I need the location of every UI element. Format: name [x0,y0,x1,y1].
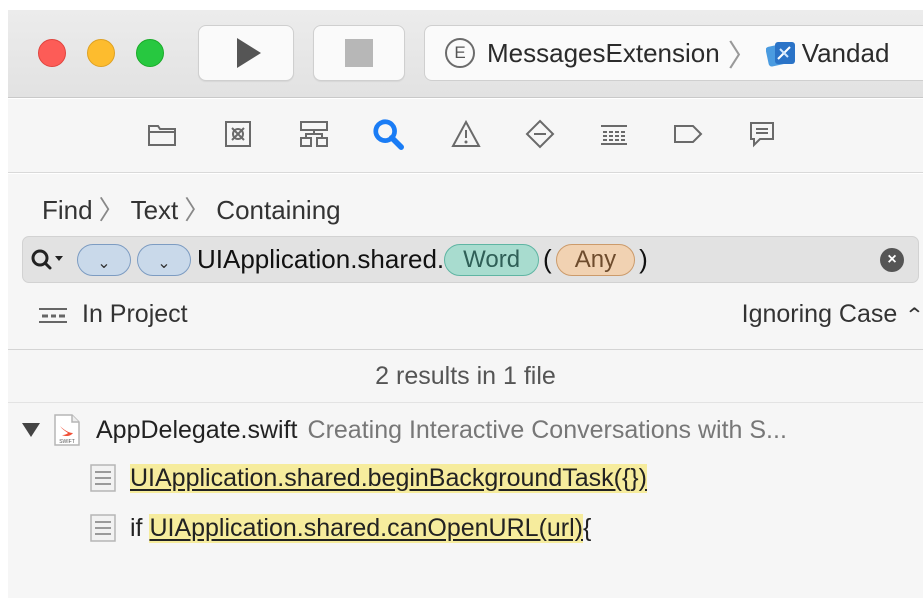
find-search-field[interactable]: ⌄ ⌄ UIApplication.shared. Word ( Any ) × [22,236,919,283]
crumb-containing[interactable]: Containing [216,195,340,225]
case-label: Ignoring Case [741,300,898,328]
window-toolbar: E MessagesExtension 〉 Vandad [8,10,923,98]
code-line-icon [90,464,116,492]
scheme-separator: 〉 [727,40,758,73]
case-sensitivity-popup[interactable]: Ignoring Case ⌃ [742,300,923,329]
match-prefix: if [130,513,150,542]
match-suffix: { [583,513,592,542]
minimize-window-button[interactable] [87,39,115,67]
symbol-icon[interactable] [222,117,254,151]
swift-file-icon: SWIFT [54,414,80,446]
crumb-separator: 〉 [98,195,125,225]
app-project-icon [765,42,795,67]
play-icon [237,38,261,68]
scope-icon [39,307,67,323]
pattern-token-empty[interactable]: ⌄ [77,243,131,276]
search-options-icon[interactable] [29,247,69,273]
query-paren-close: ) [639,244,648,274]
pattern-token-word[interactable]: Word [444,243,540,276]
popup-chevron-icon: ⌃ [904,305,923,327]
find-mode-breadcrumb[interactable]: Find 〉 Text 〉 Containing [42,190,341,227]
crumb-find[interactable]: Find [42,195,93,225]
query-text: UIApplication.shared. [197,244,445,274]
result-file-name: AppDelegate.swift [96,415,298,444]
folder-icon[interactable] [146,117,178,151]
scheme-selector[interactable]: E MessagesExtension 〉 Vandad [424,25,923,81]
debug-icon[interactable] [598,117,630,151]
result-match-row[interactable]: UIApplication.shared.beginBackgroundTask… [90,460,647,496]
result-file-description: Creating Interactive Conversations with … [307,415,787,444]
navigator-bar [8,99,923,173]
query-paren-open: ( [543,244,552,274]
stop-button[interactable] [313,25,405,81]
crumb-separator: 〉 [184,195,211,225]
search-scope[interactable]: In Project [38,300,188,329]
destination-name: Vandad [801,37,890,68]
find-navigator: Find 〉 Text 〉 Containing ⌄ ⌄ UIApplication.s… [8,174,923,598]
breakpoint-icon[interactable] [672,117,704,151]
run-button[interactable] [198,25,294,81]
search-icon[interactable] [372,117,404,151]
crumb-text[interactable]: Text [131,195,179,225]
code-line-icon [90,514,116,542]
warning-icon[interactable] [450,117,482,151]
pattern-token-empty[interactable]: ⌄ [137,243,191,276]
close-window-button[interactable] [38,39,66,67]
hierarchy-icon[interactable] [298,117,330,151]
stop-icon [345,39,373,67]
svg-text:SWIFT: SWIFT [59,439,75,445]
test-icon[interactable] [524,117,556,151]
pattern-token-any[interactable]: Any [555,243,636,276]
scope-label: In Project [82,300,188,328]
match-highlight: UIApplication.shared.canOpenURL(url) [149,513,583,543]
results-summary: 2 results in 1 file [375,362,556,390]
divider [8,402,923,403]
result-file-row[interactable]: SWIFT AppDelegate.swift Creating Interac… [22,412,787,448]
extension-icon: E [445,38,475,68]
report-icon[interactable] [746,117,778,151]
disclosure-triangle-icon[interactable] [22,423,40,437]
zoom-window-button[interactable] [136,39,164,67]
divider [8,349,923,350]
clear-search-button[interactable]: × [880,247,904,272]
scheme-name: MessagesExtension [487,37,720,68]
match-highlight: UIApplication.shared.beginBackgroundTask… [130,463,647,493]
result-match-row[interactable]: if UIApplication.shared.canOpenURL(url) … [90,510,591,546]
